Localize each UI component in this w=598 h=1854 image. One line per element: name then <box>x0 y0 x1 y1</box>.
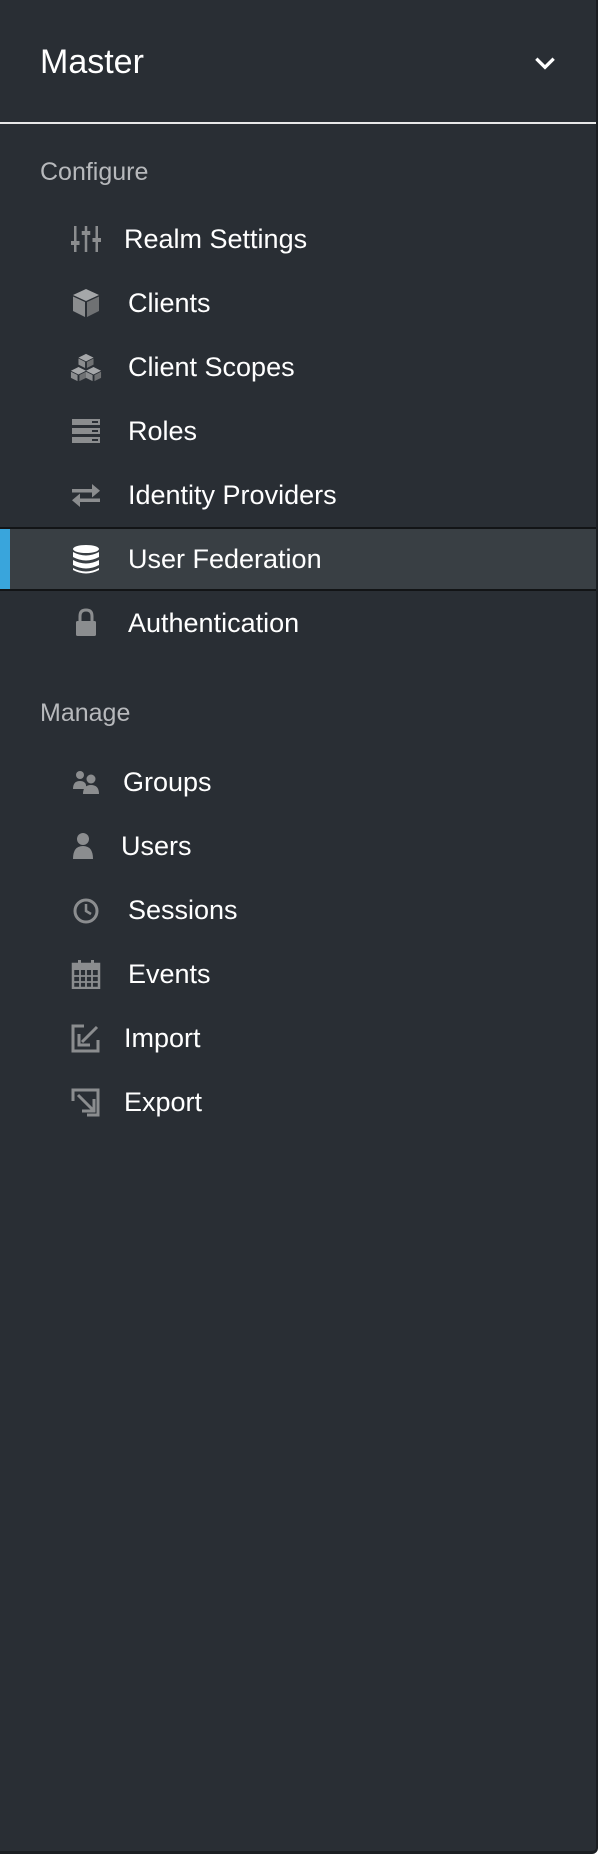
nav-item-label: Roles <box>128 416 198 446</box>
realm-name: Master <box>40 43 144 81</box>
nav-item-label: Client Scopes <box>128 352 295 382</box>
cubes-icon <box>70 352 102 382</box>
nav-item-import[interactable]: Import <box>0 1008 596 1068</box>
clock-icon <box>70 895 102 925</box>
chevron-down-icon <box>532 50 558 76</box>
vertical-nav: Master Configure Realm Settings Clients <box>0 0 598 1854</box>
nav-item-clients[interactable]: Clients <box>0 273 596 333</box>
nav-item-roles[interactable]: Roles <box>0 401 596 461</box>
nav-item-label: User Federation <box>128 544 322 574</box>
import-icon <box>70 1023 102 1053</box>
calendar-icon <box>70 959 102 989</box>
nav-item-users[interactable]: Users <box>0 816 596 876</box>
nav-item-user-federation[interactable]: User Federation <box>0 527 596 591</box>
nav-item-authentication[interactable]: Authentication <box>0 593 596 653</box>
server-icon <box>70 416 102 446</box>
realm-selector[interactable]: Master <box>0 0 596 124</box>
nav-item-label: Sessions <box>128 895 238 925</box>
nav-item-groups[interactable]: Groups <box>0 752 596 812</box>
nav-item-label: Groups <box>123 767 212 797</box>
nav-item-label: Identity Providers <box>128 480 337 510</box>
nav-item-realm-settings[interactable]: Realm Settings <box>0 209 596 269</box>
nav-item-export[interactable]: Export <box>0 1072 596 1132</box>
nav-item-label: Authentication <box>128 608 300 638</box>
nav-item-events[interactable]: Events <box>0 944 596 1004</box>
lock-icon <box>70 608 102 638</box>
cube-icon <box>70 288 102 318</box>
nav-item-sessions[interactable]: Sessions <box>0 880 596 940</box>
nav-item-identity-providers[interactable]: Identity Providers <box>0 465 596 525</box>
sliders-icon <box>70 224 102 254</box>
export-icon <box>70 1087 102 1117</box>
users-icon <box>70 767 102 797</box>
database-icon <box>70 544 102 574</box>
nav-item-label: Export <box>124 1087 203 1117</box>
user-icon <box>70 831 102 861</box>
nav-item-client-scopes[interactable]: Client Scopes <box>0 337 596 397</box>
nav-item-label: Users <box>121 831 192 861</box>
section-label-configure: Configure <box>40 158 149 186</box>
section-label-manage: Manage <box>40 699 131 727</box>
nav-item-label: Import <box>124 1023 201 1053</box>
nav-item-label: Events <box>128 959 211 989</box>
nav-item-label: Realm Settings <box>124 224 308 254</box>
exchange-icon <box>70 480 102 510</box>
nav-item-label: Clients <box>128 288 211 318</box>
